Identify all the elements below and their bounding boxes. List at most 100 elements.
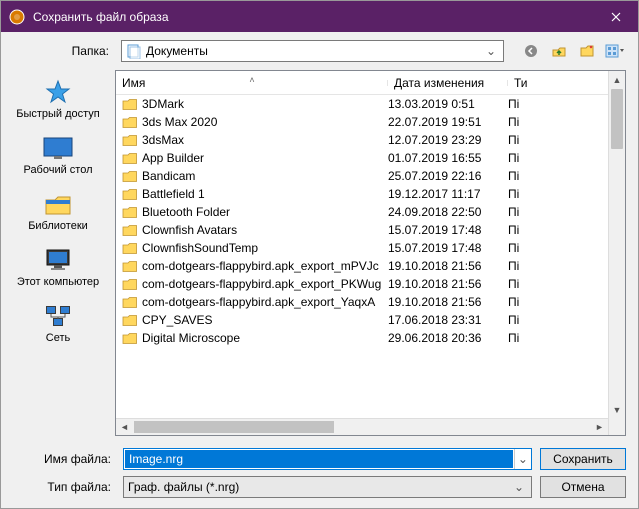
filename-label: Имя файла:	[13, 452, 115, 466]
table-row[interactable]: com-dotgears-flappybird.apk_export_PKWug…	[116, 275, 608, 293]
places-bar: Быстрый доступ Рабочий стол Библиотеки Э…	[1, 70, 115, 436]
file-name: Battlefield 1	[142, 187, 388, 201]
bottom-panel: Имя файла: ⌄ Сохранить Тип файла: Граф. …	[1, 436, 638, 508]
file-name: Clownfish Avatars	[142, 223, 388, 237]
table-row[interactable]: Bandicam25.07.2019 22:16Пі	[116, 167, 608, 185]
vertical-scrollbar[interactable]: ▲ ▼	[608, 71, 625, 435]
folder-icon	[122, 97, 138, 111]
file-type: Пі	[508, 331, 548, 345]
filetype-dropdown[interactable]: Граф. файлы (*.nrg) ⌄	[123, 476, 532, 498]
place-label: Библиотеки	[28, 220, 88, 232]
file-type: Пі	[508, 205, 548, 219]
folder-icon	[122, 205, 138, 219]
table-row[interactable]: App Builder01.07.2019 16:55Пі	[116, 149, 608, 167]
save-dialog: Сохранить файл образа Папка: Документы ⌄	[0, 0, 639, 509]
table-row[interactable]: 3dsMax12.07.2019 23:29Пі	[116, 131, 608, 149]
folder-toolbar: Папка: Документы ⌄	[1, 32, 638, 70]
file-name: Bluetooth Folder	[142, 205, 388, 219]
file-type: Пі	[508, 97, 548, 111]
scroll-up-icon[interactable]: ▲	[609, 71, 625, 88]
folder-dropdown[interactable]: Документы ⌄	[121, 40, 504, 62]
file-date: 01.07.2019 16:55	[388, 151, 508, 165]
file-type: Пі	[508, 277, 548, 291]
column-type[interactable]: Ти	[508, 76, 548, 90]
up-button[interactable]	[548, 40, 570, 62]
place-this-pc[interactable]: Этот компьютер	[1, 242, 115, 292]
filename-input-wrap: ⌄	[123, 448, 532, 470]
chevron-down-icon: ⌄	[511, 480, 527, 494]
place-label: Сеть	[46, 332, 70, 344]
fade-overlay	[116, 400, 608, 418]
file-type: Пі	[508, 169, 548, 183]
place-quick-access[interactable]: Быстрый доступ	[1, 74, 115, 124]
table-row[interactable]: Digital Microscope29.06.2018 20:36Пі	[116, 329, 608, 347]
table-row[interactable]: com-dotgears-flappybird.apk_export_YaqxA…	[116, 293, 608, 311]
scroll-right-icon[interactable]: ►	[591, 419, 608, 435]
list-header: ˄Имя Дата изменения Ти	[116, 71, 608, 95]
star-icon	[42, 78, 74, 106]
file-name: 3dsMax	[142, 133, 388, 147]
file-name: CPY_SAVES	[142, 313, 388, 327]
table-row[interactable]: 3DMark13.03.2019 0:51Пі	[116, 95, 608, 113]
file-type: Пі	[508, 259, 548, 273]
scroll-thumb[interactable]	[611, 89, 623, 149]
table-row[interactable]: Clownfish Avatars15.07.2019 17:48Пі	[116, 221, 608, 239]
file-name: App Builder	[142, 151, 388, 165]
file-date: 19.10.2018 21:56	[388, 295, 508, 309]
file-type: Пі	[508, 187, 548, 201]
table-row[interactable]: com-dotgears-flappybird.apk_export_mPVJc…	[116, 257, 608, 275]
scroll-left-icon[interactable]: ◄	[116, 419, 133, 435]
file-list: ˄Имя Дата изменения Ти 3DMark13.03.2019 …	[115, 70, 626, 436]
libraries-icon	[42, 190, 74, 218]
table-row[interactable]: 3ds Max 202022.07.2019 19:51Пі	[116, 113, 608, 131]
file-name: com-dotgears-flappybird.apk_export_PKWug	[142, 277, 388, 291]
folder-icon	[122, 133, 138, 147]
main-area: Быстрый доступ Рабочий стол Библиотеки Э…	[1, 70, 638, 436]
folder-icon	[122, 115, 138, 129]
folder-icon	[122, 277, 138, 291]
file-type: Пі	[508, 241, 548, 255]
scroll-down-icon[interactable]: ▼	[609, 401, 625, 418]
place-libraries[interactable]: Библиотеки	[1, 186, 115, 236]
folder-icon	[122, 169, 138, 183]
file-date: 19.12.2017 11:17	[388, 187, 508, 201]
folder-icon	[122, 187, 138, 201]
network-icon	[42, 302, 74, 330]
app-icon	[9, 9, 25, 25]
close-button[interactable]	[593, 1, 638, 32]
file-name: 3ds Max 2020	[142, 115, 388, 129]
back-button[interactable]	[520, 40, 542, 62]
cancel-button[interactable]: Отмена	[540, 476, 626, 498]
table-row[interactable]: Battlefield 119.12.2017 11:17Пі	[116, 185, 608, 203]
filename-dropdown-icon[interactable]: ⌄	[514, 449, 531, 469]
place-desktop[interactable]: Рабочий стол	[1, 130, 115, 180]
view-menu-button[interactable]	[604, 40, 626, 62]
file-date: 12.07.2019 23:29	[388, 133, 508, 147]
chevron-down-icon: ⌄	[483, 44, 499, 58]
file-date: 19.10.2018 21:56	[388, 277, 508, 291]
horizontal-scrollbar[interactable]: ◄ ►	[116, 418, 608, 435]
file-date: 17.06.2018 23:31	[388, 313, 508, 327]
folder-icon	[122, 151, 138, 165]
table-row[interactable]: CPY_SAVES17.06.2018 23:31Пі	[116, 311, 608, 329]
file-type: Пі	[508, 115, 548, 129]
scroll-thumb[interactable]	[134, 421, 334, 433]
save-button[interactable]: Сохранить	[540, 448, 626, 470]
place-label: Быстрый доступ	[16, 108, 100, 120]
folder-icon	[122, 295, 138, 309]
dialog-content: Папка: Документы ⌄	[1, 32, 638, 508]
titlebar: Сохранить файл образа	[1, 1, 638, 32]
file-type: Пі	[508, 133, 548, 147]
table-row[interactable]: ClownfishSoundTemp15.07.2019 17:48Пі	[116, 239, 608, 257]
file-date: 24.09.2018 22:50	[388, 205, 508, 219]
new-folder-button[interactable]	[576, 40, 598, 62]
place-label: Этот компьютер	[17, 276, 99, 288]
filename-input[interactable]	[125, 450, 513, 468]
column-name[interactable]: ˄Имя	[116, 76, 388, 90]
column-date[interactable]: Дата изменения	[388, 76, 508, 90]
file-type: Пі	[508, 313, 548, 327]
file-type: Пі	[508, 295, 548, 309]
table-row[interactable]: Bluetooth Folder24.09.2018 22:50Пі	[116, 203, 608, 221]
file-date: 19.10.2018 21:56	[388, 259, 508, 273]
place-network[interactable]: Сеть	[1, 298, 115, 348]
